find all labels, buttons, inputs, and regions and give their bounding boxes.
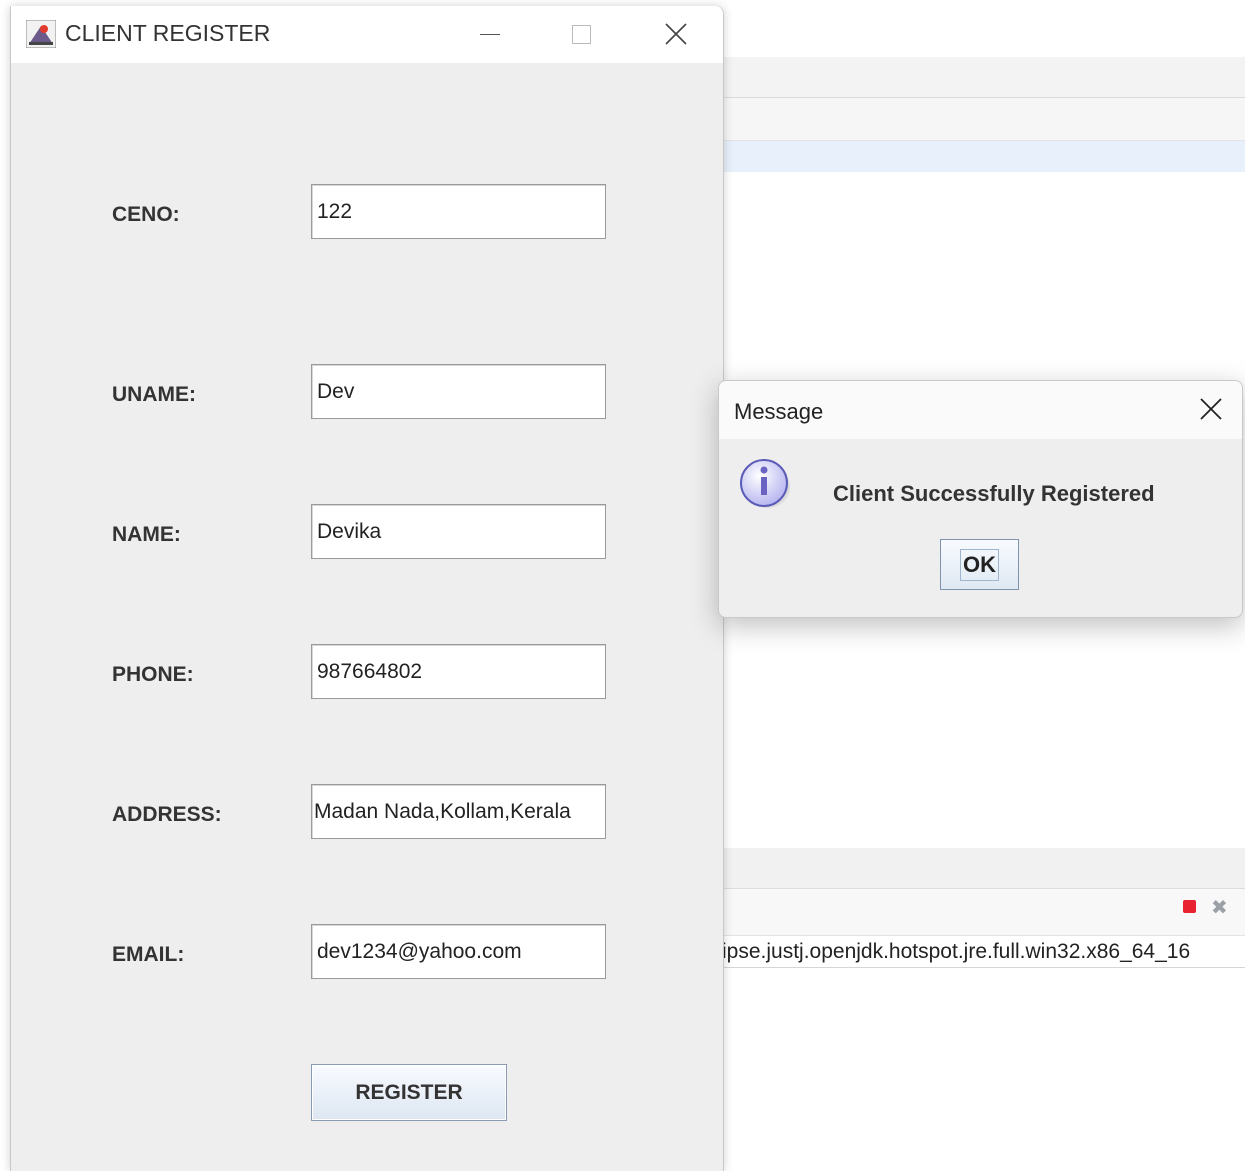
email-label: EMAIL: bbox=[112, 943, 185, 966]
remove-launch-icon[interactable]: ✖ bbox=[1211, 895, 1228, 919]
close-icon bbox=[1200, 398, 1222, 420]
info-icon bbox=[740, 459, 790, 508]
phone-label: PHONE: bbox=[112, 663, 194, 686]
ok-button[interactable]: OK bbox=[940, 539, 1019, 590]
java-app-icon bbox=[26, 20, 56, 48]
uname-field[interactable] bbox=[311, 364, 606, 419]
phone-field[interactable] bbox=[311, 644, 606, 699]
close-icon bbox=[665, 23, 687, 45]
maximize-icon bbox=[571, 24, 591, 44]
close-button[interactable] bbox=[654, 14, 698, 54]
dialog-titlebar: Message bbox=[719, 381, 1242, 439]
uname-label: UNAME: bbox=[112, 383, 196, 406]
stop-icon[interactable] bbox=[1183, 900, 1196, 913]
email-field[interactable] bbox=[311, 924, 606, 979]
window-title: CLIENT REGISTER bbox=[65, 20, 271, 46]
ide-tab-bar bbox=[722, 98, 1245, 141]
ide-selected-row bbox=[722, 141, 1245, 172]
maximize-button[interactable] bbox=[559, 14, 603, 54]
console-toolbar bbox=[722, 889, 1245, 936]
minimize-icon bbox=[480, 33, 500, 35]
name-field[interactable] bbox=[311, 504, 606, 559]
ceno-label: CENO: bbox=[112, 203, 180, 226]
ceno-field[interactable] bbox=[311, 184, 606, 239]
ide-toolbar bbox=[722, 57, 1245, 98]
client-register-window: CLIENT REGISTER CENO: UNAME: NAME: PHONE… bbox=[10, 6, 724, 1171]
address-field[interactable] bbox=[311, 784, 606, 839]
message-dialog: Message Client Successfully Registered O… bbox=[718, 380, 1243, 618]
dialog-title: Message bbox=[734, 399, 824, 424]
register-button[interactable]: REGISTER bbox=[311, 1064, 507, 1121]
dialog-message: Client Successfully Registered bbox=[833, 481, 1155, 506]
minimize-button[interactable] bbox=[468, 14, 512, 54]
ok-label: OK bbox=[960, 548, 999, 581]
ide-panel-separator bbox=[722, 848, 1245, 889]
console-output: ipse.justj.openjdk.hotspot.jre.full.win3… bbox=[722, 937, 1245, 968]
name-label: NAME: bbox=[112, 523, 181, 546]
window-titlebar: CLIENT REGISTER bbox=[11, 6, 723, 63]
dialog-close-button[interactable] bbox=[1191, 391, 1231, 427]
address-label: ADDRESS: bbox=[112, 803, 222, 826]
